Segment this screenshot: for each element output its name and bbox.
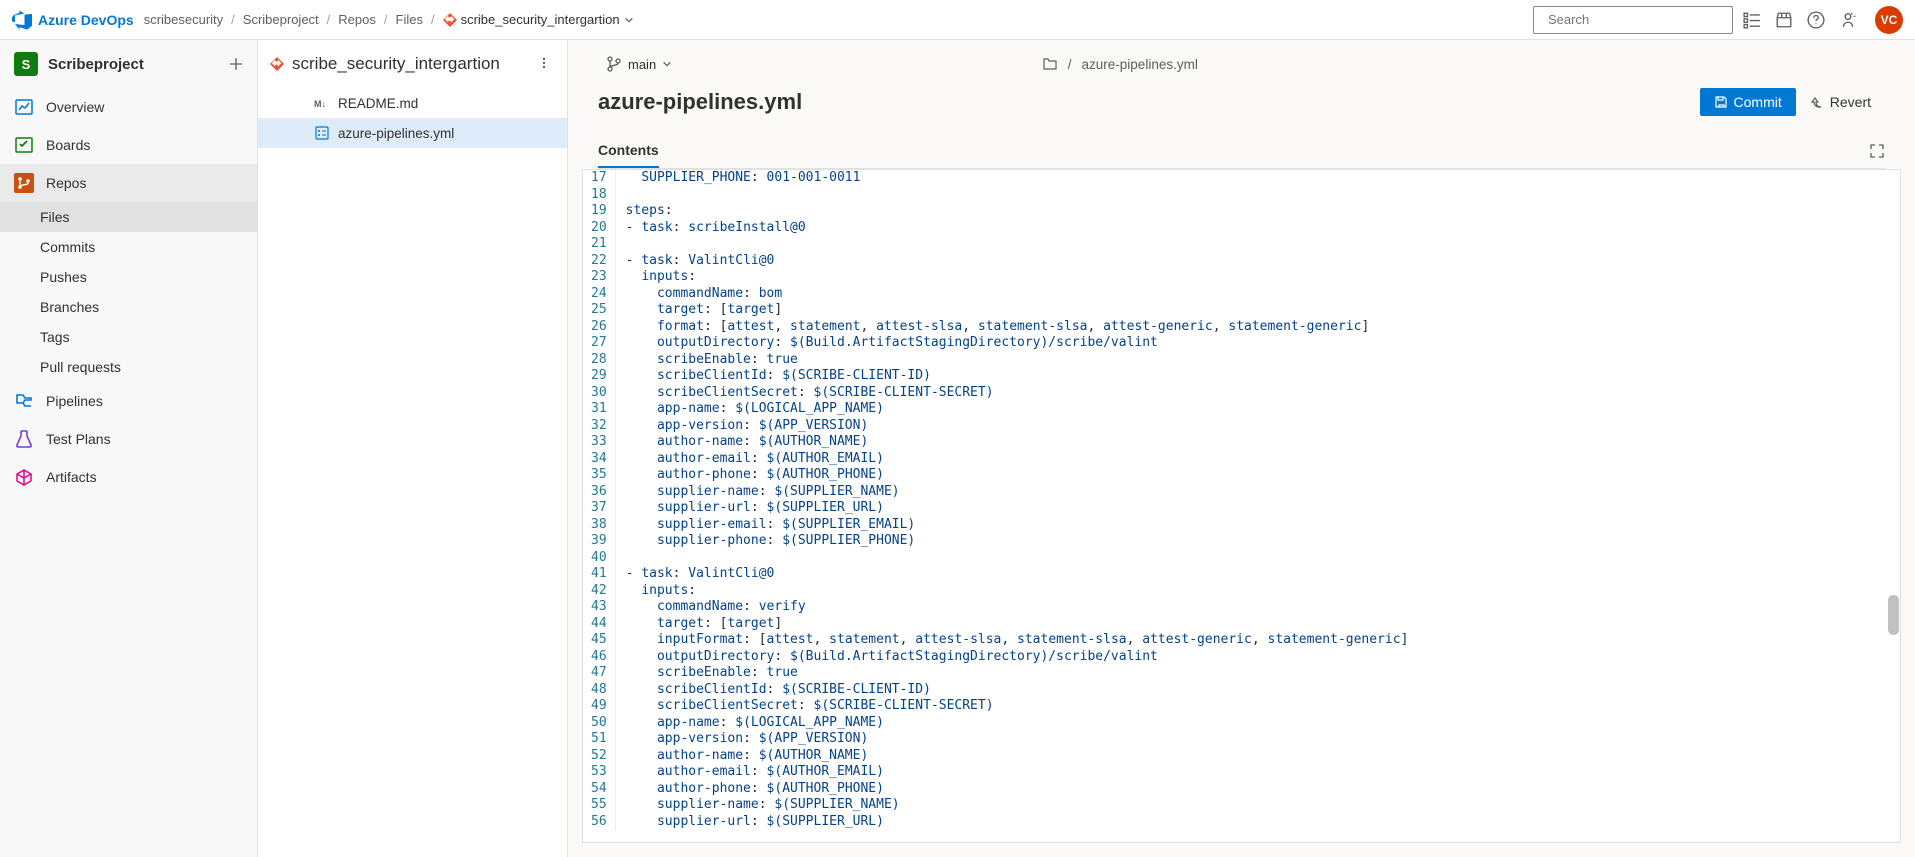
top-icons: VC	[1743, 6, 1903, 34]
code-editor[interactable]: 1718192021222324252627282930313233343536…	[582, 169, 1901, 843]
tree-items: M↓README.mdazure-pipelines.yml	[258, 88, 567, 148]
branch-icon	[606, 56, 622, 72]
subnav-branches[interactable]: Branches	[0, 292, 257, 322]
nav-boards[interactable]: Boards	[0, 126, 257, 164]
file-item[interactable]: azure-pipelines.yml	[258, 118, 567, 148]
tree-header: scribe_security_intergartion	[258, 40, 567, 88]
path-crumb: / azure-pipelines.yml	[1042, 56, 1198, 72]
breadcrumb-item[interactable]: Scribeproject	[243, 12, 319, 27]
new-item-icon[interactable]	[229, 57, 243, 71]
subnav-files[interactable]: Files	[0, 202, 257, 232]
git-repo-icon	[270, 57, 284, 71]
code-content[interactable]: SUPPLIER_PHONE: 001-001-0011 steps:- tas…	[616, 170, 1900, 830]
commit-button[interactable]: Commit	[1700, 88, 1796, 116]
breadcrumb-item[interactable]: scribesecurity	[144, 12, 223, 27]
path-file[interactable]: azure-pipelines.yml	[1082, 57, 1198, 72]
revert-button[interactable]: Revert	[1796, 88, 1885, 116]
svg-text:M↓: M↓	[314, 99, 326, 109]
fullscreen-icon[interactable]	[1869, 143, 1885, 159]
line-gutter: 1718192021222324252627282930313233343536…	[583, 170, 616, 830]
path-row: main / azure-pipelines.yml	[598, 40, 1885, 88]
nav-repos[interactable]: Repos	[0, 164, 257, 202]
more-menu-icon[interactable]	[533, 56, 555, 73]
nav-overview[interactable]: Overview	[0, 88, 257, 126]
file-item[interactable]: M↓README.md	[258, 88, 567, 118]
artifacts-icon	[14, 467, 34, 487]
settings-icon[interactable]	[1839, 11, 1857, 29]
marketplace-icon[interactable]	[1775, 11, 1793, 29]
content-header: main / azure-pipelines.yml azure-pipelin…	[568, 40, 1915, 169]
breadcrumb: scribesecurity / Scribeproject / Repos /…	[144, 12, 1533, 27]
repos-icon	[14, 173, 34, 193]
folder-icon[interactable]	[1042, 56, 1058, 72]
brand-label: Azure DevOps	[38, 12, 134, 28]
pipelines-icon	[14, 391, 34, 411]
project-header[interactable]: S Scribeproject	[0, 40, 257, 88]
project-name: Scribeproject	[48, 56, 219, 73]
overview-icon	[14, 97, 34, 117]
tab-contents[interactable]: Contents	[598, 134, 659, 168]
repo-title[interactable]: scribe_security_intergartion	[292, 54, 525, 74]
title-row: azure-pipelines.yml Commit Revert	[598, 88, 1885, 116]
file-tree-panel: scribe_security_intergartion M↓README.md…	[258, 40, 568, 857]
chevron-down-icon	[662, 59, 672, 69]
breadcrumb-item[interactable]: Repos	[338, 12, 376, 27]
nav-artifacts[interactable]: Artifacts	[0, 458, 257, 496]
chevron-down-icon	[624, 15, 634, 25]
search-box[interactable]	[1533, 6, 1733, 34]
sidebar-nav: OverviewBoardsReposFilesCommitsPushesBra…	[0, 88, 257, 857]
sidebar: S Scribeproject OverviewBoardsReposFiles…	[0, 40, 258, 857]
yml-file-icon	[314, 125, 330, 141]
save-icon	[1714, 95, 1728, 109]
tabs-row: Contents	[598, 134, 1885, 169]
search-input[interactable]	[1548, 12, 1724, 27]
revert-icon	[1810, 95, 1824, 109]
breadcrumb-repo-selector[interactable]: scribe_security_intergartion	[443, 12, 634, 27]
top-bar: Azure DevOps scribesecurity / Scribeproj…	[0, 0, 1915, 40]
project-initial-badge: S	[14, 52, 38, 76]
scrollbar-thumb[interactable]	[1888, 595, 1899, 635]
git-repo-icon	[443, 13, 457, 27]
user-avatar[interactable]: VC	[1875, 6, 1903, 34]
subnav-tags[interactable]: Tags	[0, 322, 257, 352]
content-panel: main / azure-pipelines.yml azure-pipelin…	[568, 40, 1915, 857]
testplans-icon	[14, 429, 34, 449]
subnav-pull-requests[interactable]: Pull requests	[0, 352, 257, 382]
subnav-commits[interactable]: Commits	[0, 232, 257, 262]
azure-devops-icon	[12, 10, 32, 30]
work-items-icon[interactable]	[1743, 11, 1761, 29]
subnav-pushes[interactable]: Pushes	[0, 262, 257, 292]
logo-area[interactable]: Azure DevOps	[12, 10, 134, 30]
md-file-icon: M↓	[314, 95, 330, 111]
nav-pipelines[interactable]: Pipelines	[0, 382, 257, 420]
help-icon[interactable]	[1807, 11, 1825, 29]
file-title: azure-pipelines.yml	[598, 89, 1700, 115]
boards-icon	[14, 135, 34, 155]
nav-test-plans[interactable]: Test Plans	[0, 420, 257, 458]
breadcrumb-item[interactable]: Files	[396, 12, 423, 27]
branch-selector[interactable]: main	[598, 52, 680, 76]
